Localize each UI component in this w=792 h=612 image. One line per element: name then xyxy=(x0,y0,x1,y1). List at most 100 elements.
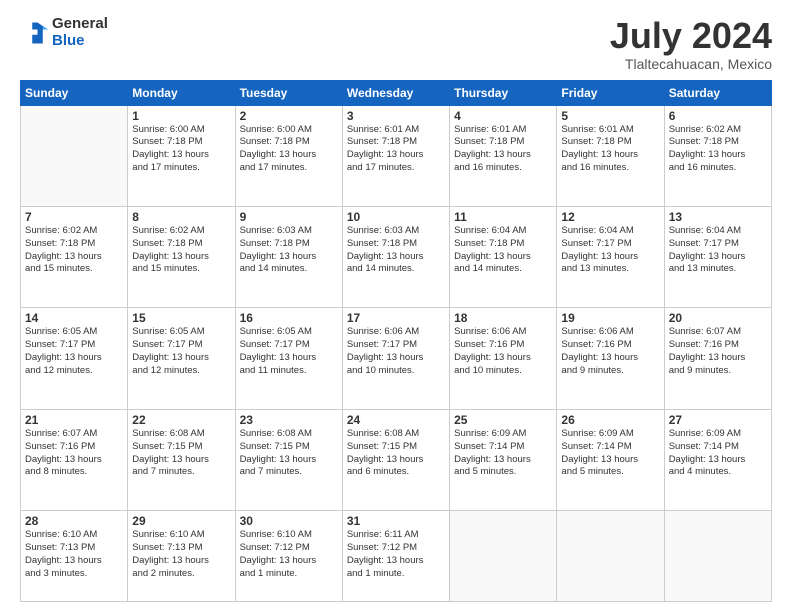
col-sunday: Sunday xyxy=(21,80,128,105)
day-number: 28 xyxy=(25,514,123,528)
cell-info: Sunrise: 6:06 AMSunset: 7:16 PMDaylight:… xyxy=(561,326,659,377)
day-number: 8 xyxy=(132,210,230,224)
table-row: 7Sunrise: 6:02 AMSunset: 7:18 PMDaylight… xyxy=(21,207,128,308)
cell-info: Sunrise: 6:04 AMSunset: 7:18 PMDaylight:… xyxy=(454,225,552,276)
cell-info: Sunrise: 6:05 AMSunset: 7:17 PMDaylight:… xyxy=(240,326,338,377)
table-row xyxy=(21,105,128,206)
table-row xyxy=(557,511,664,602)
cell-info: Sunrise: 6:02 AMSunset: 7:18 PMDaylight:… xyxy=(669,124,767,175)
main-title: July 2024 xyxy=(610,16,772,56)
cell-info: Sunrise: 6:07 AMSunset: 7:16 PMDaylight:… xyxy=(25,428,123,479)
day-number: 3 xyxy=(347,109,445,123)
header: General Blue July 2024 Tlaltecahuacan, M… xyxy=(20,16,772,72)
table-row: 13Sunrise: 6:04 AMSunset: 7:17 PMDayligh… xyxy=(664,207,771,308)
cell-info: Sunrise: 6:08 AMSunset: 7:15 PMDaylight:… xyxy=(347,428,445,479)
page: General Blue July 2024 Tlaltecahuacan, M… xyxy=(0,0,792,612)
day-number: 1 xyxy=(132,109,230,123)
logo-general-text: General xyxy=(52,16,108,33)
day-number: 19 xyxy=(561,311,659,325)
table-row: 11Sunrise: 6:04 AMSunset: 7:18 PMDayligh… xyxy=(450,207,557,308)
day-number: 6 xyxy=(669,109,767,123)
calendar-week-row: 7 Sunrise: 6:02 AMSunset: 7:18 PMDaylight… xyxy=(21,207,772,308)
table-row xyxy=(664,511,771,602)
title-area: July 2024 Tlaltecahuacan, Mexico xyxy=(610,16,772,72)
table-row: 26Sunrise: 6:09 AMSunset: 7:14 PMDayligh… xyxy=(557,409,664,510)
day-number: 12 xyxy=(561,210,659,224)
day-number: 20 xyxy=(669,311,767,325)
calendar-week-row: 14Sunrise: 6:05 AMSunset: 7:17 PMDayligh… xyxy=(21,308,772,409)
cell-info: Sunrise: 6:01 AMSunset: 7:18 PMDaylight:… xyxy=(561,124,659,175)
table-row: 24Sunrise: 6:08 AMSunset: 7:15 PMDayligh… xyxy=(342,409,449,510)
cell-info: Sunrise: 6:05 AMSunset: 7:17 PMDaylight:… xyxy=(25,326,123,377)
col-monday: Monday xyxy=(128,80,235,105)
calendar-header-row: Sunday Monday Tuesday Wednesday Thursday… xyxy=(21,80,772,105)
table-row: 29Sunrise: 6:10 AMSunset: 7:13 PMDayligh… xyxy=(128,511,235,602)
cell-info: Sunrise: 6:05 AMSunset: 7:17 PMDaylight:… xyxy=(132,326,230,377)
cell-info: Sunrise: 6:03 AMSunset: 7:18 PMDaylight:… xyxy=(347,225,445,276)
table-row: 31Sunrise: 6:11 AMSunset: 7:12 PMDayligh… xyxy=(342,511,449,602)
cell-info: Sunrise: 6:00 AMSunset: 7:18 PMDaylight:… xyxy=(132,124,230,175)
cell-info: Sunrise: 6:04 AMSunset: 7:17 PMDaylight:… xyxy=(669,225,767,276)
cell-info: Sunrise: 6:09 AMSunset: 7:14 PMDaylight:… xyxy=(454,428,552,479)
col-wednesday: Wednesday xyxy=(342,80,449,105)
table-row: 28Sunrise: 6:10 AMSunset: 7:13 PMDayligh… xyxy=(21,511,128,602)
day-number: 27 xyxy=(669,413,767,427)
cell-info: Sunrise: 6:01 AMSunset: 7:18 PMDaylight:… xyxy=(347,124,445,175)
table-row: 16Sunrise: 6:05 AMSunset: 7:17 PMDayligh… xyxy=(235,308,342,409)
table-row: 5Sunrise: 6:01 AMSunset: 7:18 PMDaylight… xyxy=(557,105,664,206)
table-row: 18Sunrise: 6:06 AMSunset: 7:16 PMDayligh… xyxy=(450,308,557,409)
cell-info: Sunrise: 6:07 AMSunset: 7:16 PMDaylight:… xyxy=(669,326,767,377)
cell-info: Sunrise: 6:11 AMSunset: 7:12 PMDaylight:… xyxy=(347,529,445,580)
table-row: 2Sunrise: 6:00 AMSunset: 7:18 PMDaylight… xyxy=(235,105,342,206)
cell-info: Sunrise: 6:08 AMSunset: 7:15 PMDaylight:… xyxy=(240,428,338,479)
day-number: 29 xyxy=(132,514,230,528)
day-number: 14 xyxy=(25,311,123,325)
col-thursday: Thursday xyxy=(450,80,557,105)
day-number: 23 xyxy=(240,413,338,427)
day-number: 15 xyxy=(132,311,230,325)
logo-text: General Blue xyxy=(52,16,108,49)
cell-info: Sunrise: 6:10 AMSunset: 7:13 PMDaylight:… xyxy=(25,529,123,580)
col-tuesday: Tuesday xyxy=(235,80,342,105)
table-row: 12Sunrise: 6:04 AMSunset: 7:17 PMDayligh… xyxy=(557,207,664,308)
cell-info: Sunrise: 6:09 AMSunset: 7:14 PMDaylight:… xyxy=(561,428,659,479)
calendar-table: Sunday Monday Tuesday Wednesday Thursday… xyxy=(20,80,772,602)
table-row: 3Sunrise: 6:01 AMSunset: 7:18 PMDaylight… xyxy=(342,105,449,206)
day-number: 16 xyxy=(240,311,338,325)
subtitle: Tlaltecahuacan, Mexico xyxy=(610,56,772,72)
table-row: 27Sunrise: 6:09 AMSunset: 7:14 PMDayligh… xyxy=(664,409,771,510)
day-number: 31 xyxy=(347,514,445,528)
day-number: 7 xyxy=(25,210,123,224)
day-number: 13 xyxy=(669,210,767,224)
table-row: 30Sunrise: 6:10 AMSunset: 7:12 PMDayligh… xyxy=(235,511,342,602)
cell-info: Sunrise: 6:02 AMSunset: 7:18 PMDaylight:… xyxy=(132,225,230,276)
table-row: 10Sunrise: 6:03 AMSunset: 7:18 PMDayligh… xyxy=(342,207,449,308)
day-number: 11 xyxy=(454,210,552,224)
table-row xyxy=(450,511,557,602)
table-row: 25Sunrise: 6:09 AMSunset: 7:14 PMDayligh… xyxy=(450,409,557,510)
table-row: 14Sunrise: 6:05 AMSunset: 7:17 PMDayligh… xyxy=(21,308,128,409)
table-row: 6Sunrise: 6:02 AMSunset: 7:18 PMDaylight… xyxy=(664,105,771,206)
table-row: 22Sunrise: 6:08 AMSunset: 7:15 PMDayligh… xyxy=(128,409,235,510)
day-number: 25 xyxy=(454,413,552,427)
cell-info: Sunrise: 6:03 AMSunset: 7:18 PMDaylight:… xyxy=(240,225,338,276)
cell-info: Sunrise: 6:09 AMSunset: 7:14 PMDaylight:… xyxy=(669,428,767,479)
cell-info: Sunrise: 6:04 AMSunset: 7:17 PMDaylight:… xyxy=(561,225,659,276)
table-row: 21Sunrise: 6:07 AMSunset: 7:16 PMDayligh… xyxy=(21,409,128,510)
cell-info: Sunrise: 6:01 AMSunset: 7:18 PMDaylight:… xyxy=(454,124,552,175)
day-number: 5 xyxy=(561,109,659,123)
table-row: 1Sunrise: 6:00 AMSunset: 7:18 PMDaylight… xyxy=(128,105,235,206)
day-number: 4 xyxy=(454,109,552,123)
day-number: 21 xyxy=(25,413,123,427)
table-row: 4Sunrise: 6:01 AMSunset: 7:18 PMDaylight… xyxy=(450,105,557,206)
day-number: 24 xyxy=(347,413,445,427)
calendar-week-row: 28Sunrise: 6:10 AMSunset: 7:13 PMDayligh… xyxy=(21,511,772,602)
day-number: 9 xyxy=(240,210,338,224)
calendar-week-row: 1Sunrise: 6:00 AMSunset: 7:18 PMDaylight… xyxy=(21,105,772,206)
day-number: 10 xyxy=(347,210,445,224)
table-row: 20Sunrise: 6:07 AMSunset: 7:16 PMDayligh… xyxy=(664,308,771,409)
table-row: 23Sunrise: 6:08 AMSunset: 7:15 PMDayligh… xyxy=(235,409,342,510)
logo-icon xyxy=(20,19,48,47)
col-saturday: Saturday xyxy=(664,80,771,105)
table-row: 9Sunrise: 6:03 AMSunset: 7:18 PMDaylight… xyxy=(235,207,342,308)
